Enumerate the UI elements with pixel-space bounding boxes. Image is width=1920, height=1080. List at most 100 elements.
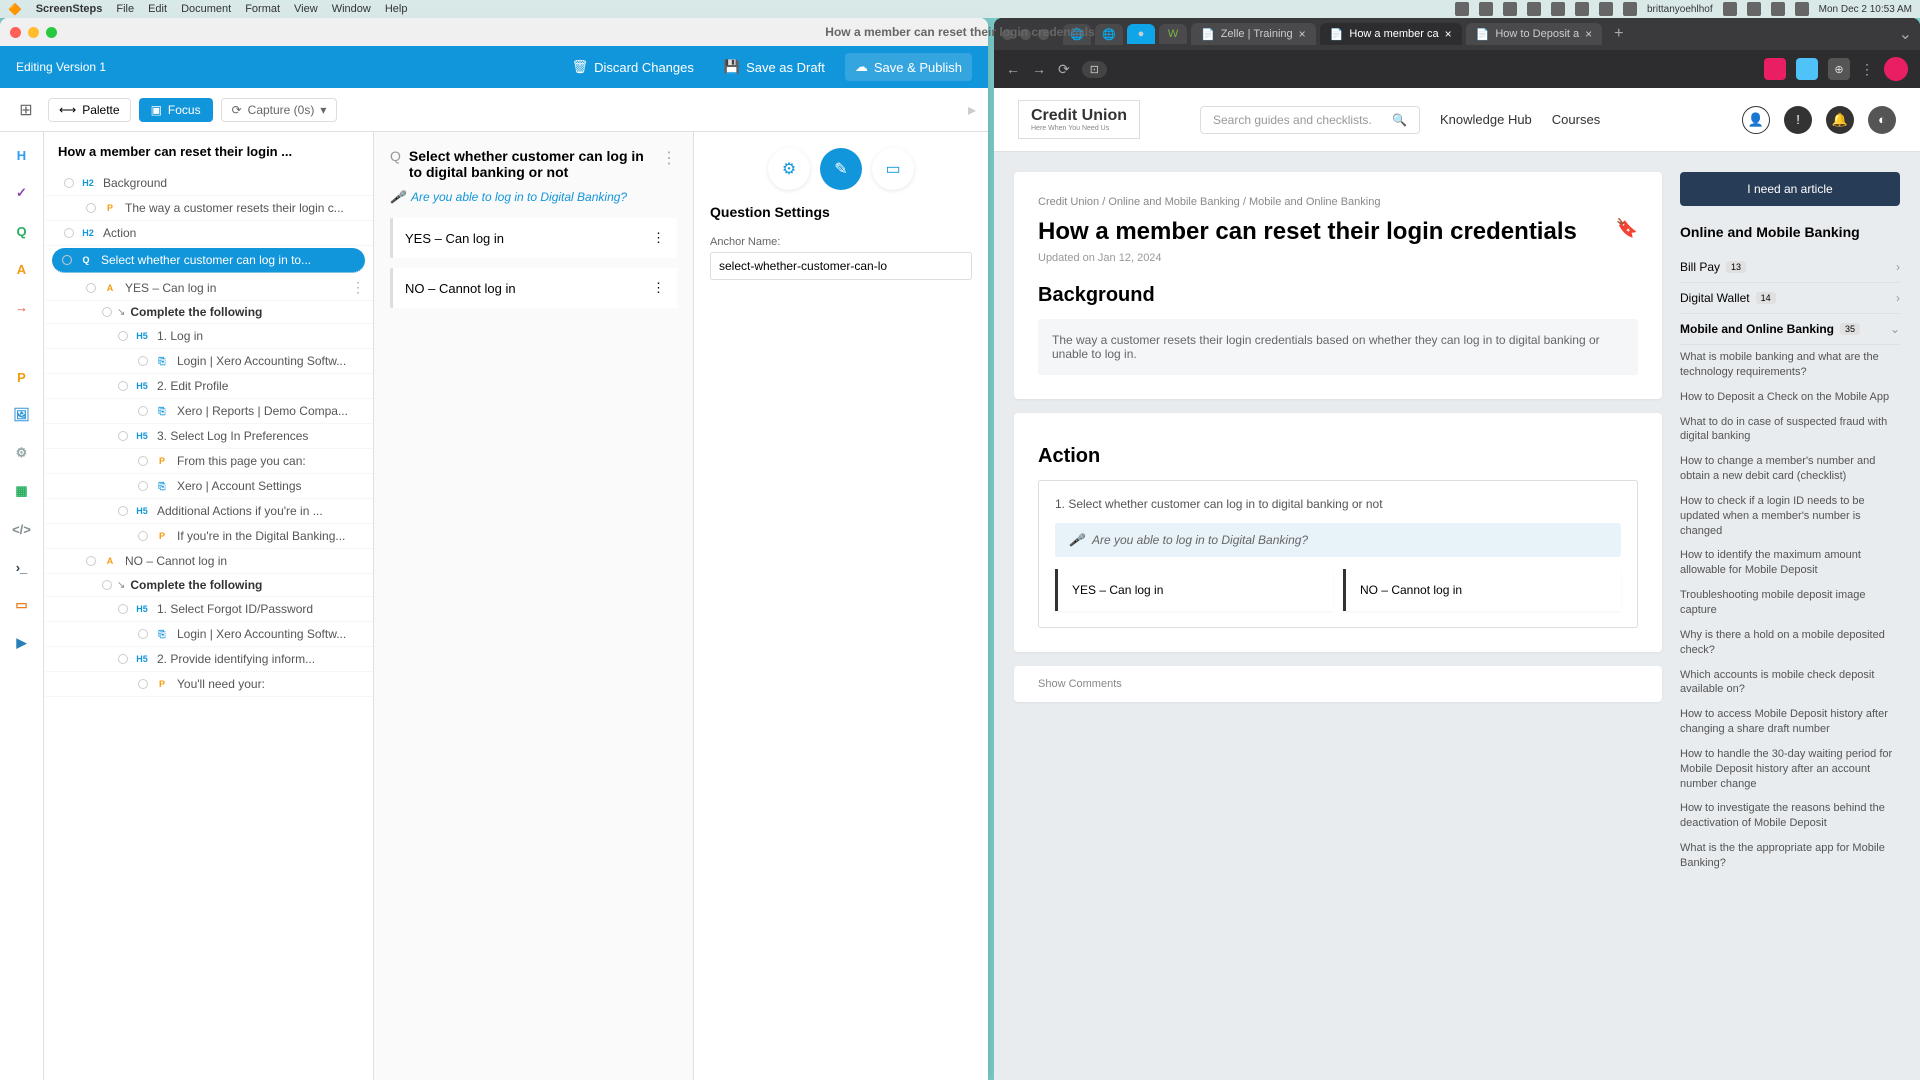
minimize-button[interactable] (28, 27, 39, 38)
expand-circle[interactable] (138, 356, 148, 366)
more-menu[interactable]: ⋮ (351, 279, 365, 296)
bookmark-icon[interactable]: 🔖 (1616, 218, 1638, 239)
expand-circle[interactable] (102, 307, 112, 317)
outline-item[interactable]: ⎘Login | Xero Accounting Softw... (44, 349, 373, 374)
nav-knowledge[interactable]: Knowledge Hub (1440, 112, 1532, 127)
install-icon[interactable]: ⊕ (1828, 58, 1850, 80)
outline-item[interactable]: H52. Provide identifying inform... (44, 647, 373, 672)
save-draft-button[interactable]: 💾Save as Draft (714, 53, 835, 81)
outline-item[interactable]: ↘Complete the following (44, 574, 373, 597)
site-logo[interactable]: Credit Union Here When You Need Us (1018, 100, 1140, 139)
maximize-button[interactable] (46, 27, 57, 38)
help-icon[interactable]: ! (1784, 106, 1812, 134)
rail-heading[interactable]: H (11, 144, 33, 166)
status-icon[interactable] (1455, 2, 1469, 16)
bell-icon[interactable]: 🔔 (1826, 106, 1854, 134)
expand-circle[interactable] (86, 283, 96, 293)
minimize-button[interactable] (1020, 29, 1031, 40)
status-icon[interactable] (1723, 2, 1737, 16)
menubar-datetime[interactable]: Mon Dec 2 10:53 AM (1819, 4, 1912, 15)
outline-item[interactable]: H5Additional Actions if you're in ... (44, 499, 373, 524)
sidebar-category[interactable]: Mobile and Online Banking35⌄ (1680, 314, 1900, 345)
rail-branch[interactable]: → (11, 296, 33, 318)
status-icon[interactable] (1479, 2, 1493, 16)
expand-circle[interactable] (118, 431, 128, 441)
status-icon[interactable] (1575, 2, 1589, 16)
avatar-icon[interactable]: ◐ (1868, 106, 1896, 134)
pinned-tab[interactable]: W (1159, 24, 1187, 44)
settings-tab[interactable]: ⚙ (768, 148, 810, 190)
expand-circle[interactable] (118, 654, 128, 664)
outline-item[interactable]: H51. Select Forgot ID/Password (44, 597, 373, 622)
answer-no[interactable]: NO – Cannot log in ⋮ (390, 268, 677, 308)
sidebar-link[interactable]: How to investigate the reasons behind th… (1680, 796, 1900, 836)
sidebar-link[interactable]: How to check if a login ID needs to be u… (1680, 489, 1900, 544)
status-icon[interactable] (1623, 2, 1637, 16)
expand-circle[interactable] (138, 531, 148, 541)
search-input[interactable]: Search guides and checklists. 🔍 (1200, 106, 1420, 134)
outline-item[interactable]: ⎘Xero | Account Settings (44, 474, 373, 499)
url-field[interactable]: ⊡ (1082, 61, 1107, 78)
status-icon[interactable] (1599, 2, 1613, 16)
pinned-tab[interactable]: ● (1127, 24, 1155, 44)
user-icon[interactable]: 👤 (1742, 106, 1770, 134)
expand-circle[interactable] (62, 255, 72, 265)
apple-icon[interactable]: 🔶 (8, 3, 22, 16)
expand-circle[interactable] (86, 556, 96, 566)
rail-terminal[interactable]: ›_ (11, 556, 33, 578)
maximize-button[interactable] (1038, 29, 1049, 40)
status-icon[interactable] (1771, 2, 1785, 16)
outline-item[interactable]: ⎘Xero | Reports | Demo Compa... (44, 399, 373, 424)
pinned-tab[interactable]: 🌐 (1095, 24, 1123, 45)
outline-item[interactable]: AYES – Can log in⋮ (44, 275, 373, 301)
rail-answer[interactable]: A (11, 258, 33, 280)
outline-item[interactable]: H2Background (44, 171, 373, 196)
editor-prompt[interactable]: 🎤 Are you able to log in to Digital Bank… (390, 190, 677, 204)
rail-question[interactable]: Q (11, 220, 33, 242)
menubar-user[interactable]: brittanyoehlhof (1647, 4, 1713, 15)
editor-block-title[interactable]: Select whether customer can log in to di… (409, 148, 653, 180)
rail-video[interactable]: ▶ (11, 632, 33, 654)
breadcrumb[interactable]: Credit Union / Online and Mobile Banking… (1038, 196, 1638, 208)
new-tab[interactable]: + (1606, 25, 1631, 43)
menu-edit[interactable]: Edit (148, 3, 167, 15)
profile-avatar[interactable] (1884, 57, 1908, 81)
reload-button[interactable]: ⟳ (1058, 61, 1070, 78)
anchor-input[interactable] (710, 252, 972, 280)
outline-item[interactable]: PYou'll need your: (44, 672, 373, 697)
outline-item[interactable]: PThe way a customer resets their login c… (44, 196, 373, 221)
expand-circle[interactable] (64, 178, 74, 188)
chevron-right-icon[interactable]: ▸ (968, 100, 976, 120)
rail-table[interactable]: ▦ (11, 480, 33, 502)
sidebar-link[interactable]: What is mobile banking and what are the … (1680, 345, 1900, 385)
menu-icon[interactable]: ⋮ (1860, 61, 1874, 78)
menu-window[interactable]: Window (332, 3, 371, 15)
rail-paragraph[interactable]: P (11, 366, 33, 388)
outline-item[interactable]: PFrom this page you can: (44, 449, 373, 474)
menu-format[interactable]: Format (245, 3, 280, 15)
menu-help[interactable]: Help (385, 3, 408, 15)
sidebar-link[interactable]: Troubleshooting mobile deposit image cap… (1680, 583, 1900, 623)
status-icon[interactable] (1527, 2, 1541, 16)
sidebar-link[interactable]: Which accounts is mobile check deposit a… (1680, 663, 1900, 703)
tab-deposit[interactable]: 📄How to Deposit a× (1466, 23, 1602, 45)
status-icon[interactable] (1503, 2, 1517, 16)
rail-code[interactable]: </> (11, 518, 33, 540)
expand-circle[interactable] (102, 580, 112, 590)
card-tab[interactable]: ▭ (872, 148, 914, 190)
close-icon[interactable]: × (1445, 27, 1452, 41)
sidebar-link[interactable]: Why is there a hold on a mobile deposite… (1680, 623, 1900, 663)
sidebar-link[interactable]: How to change a member's number and obta… (1680, 449, 1900, 489)
capture-button[interactable]: ⟳Capture (0s)▾ (221, 98, 338, 122)
sidebar-link[interactable]: How to handle the 30-day waiting period … (1680, 742, 1900, 797)
status-icon[interactable] (1747, 2, 1761, 16)
sidebar-link[interactable]: What is the the appropriate app for Mobi… (1680, 836, 1900, 876)
tab-zelle[interactable]: 📄Zelle | Training× (1191, 23, 1316, 45)
outline-item[interactable]: PIf you're in the Digital Banking... (44, 524, 373, 549)
nav-courses[interactable]: Courses (1552, 112, 1600, 127)
expand-circle[interactable] (118, 506, 128, 516)
back-button[interactable]: ← (1006, 61, 1020, 77)
close-button[interactable] (10, 27, 21, 38)
outline-item[interactable]: H51. Log in (44, 324, 373, 349)
sidebar-category[interactable]: Digital Wallet14› (1680, 283, 1900, 314)
